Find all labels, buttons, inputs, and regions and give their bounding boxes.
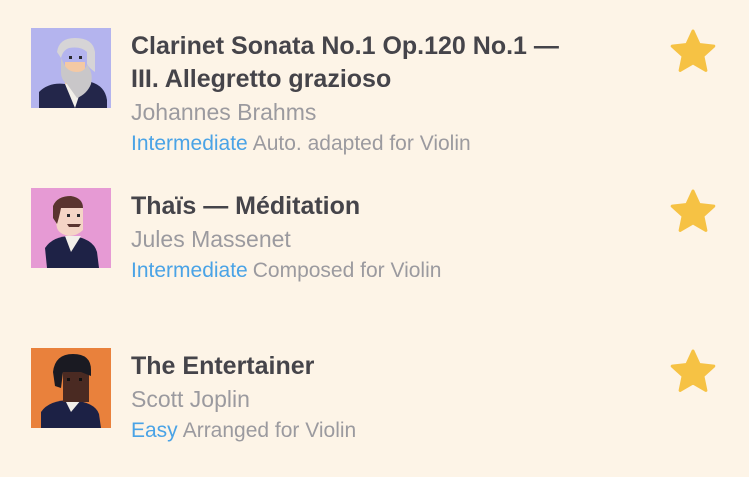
piece-title: The Entertainer [131,352,315,380]
piece-meta: Easy Arranged for Violin [131,416,631,446]
adaptation-note: Composed for Violin [252,259,442,282]
list-item[interactable]: Clarinet Sonata No.1 Op.120 No.1 — III. … [0,28,749,160]
level-link[interactable]: Intermediate [131,259,248,282]
level-link[interactable]: Intermediate [131,132,248,155]
list-item[interactable]: The Entertainer Scott Joplin Easy Arrange… [0,348,749,448]
piece-meta: Intermediate Auto. adapted for Violin [131,129,631,159]
composer-name: Johannes Brahms [131,99,317,125]
piece-meta: Intermediate Composed for Violin [131,256,631,286]
piece-title-line: Clarinet Sonata No.1 Op.120 No.1 — [131,32,559,60]
piece-title: Clarinet Sonata No.1 Op.120 No.1 — III. … [131,30,631,96]
list-item[interactable]: Thaïs — Méditation Jules Massenet Interm… [0,188,749,288]
piece-info: Thaïs — Méditation Jules Massenet Interm… [131,190,631,286]
favorite-star-icon[interactable] [669,188,717,236]
joplin-portrait-icon [31,348,111,428]
piece-list: Clarinet Sonata No.1 Op.120 No.1 — III. … [0,0,749,477]
massenet-portrait-icon [31,188,111,268]
piece-title-line: III. Allegretto grazioso [131,65,392,93]
composer-name: Jules Massenet [131,226,291,252]
adaptation-note: Auto. adapted for Violin [252,132,471,155]
piece-info: The Entertainer Scott Joplin Easy Arrange… [131,350,631,446]
composer-name: Scott Joplin [131,386,250,412]
favorite-star-icon[interactable] [669,28,717,76]
piece-title: Thaïs — Méditation [131,192,361,220]
piece-info: Clarinet Sonata No.1 Op.120 No.1 — III. … [131,30,631,159]
favorite-star-icon[interactable] [669,348,717,396]
adaptation-note: Arranged for Violin [182,419,357,442]
brahms-portrait-icon [31,28,111,108]
level-link[interactable]: Easy [131,419,178,442]
